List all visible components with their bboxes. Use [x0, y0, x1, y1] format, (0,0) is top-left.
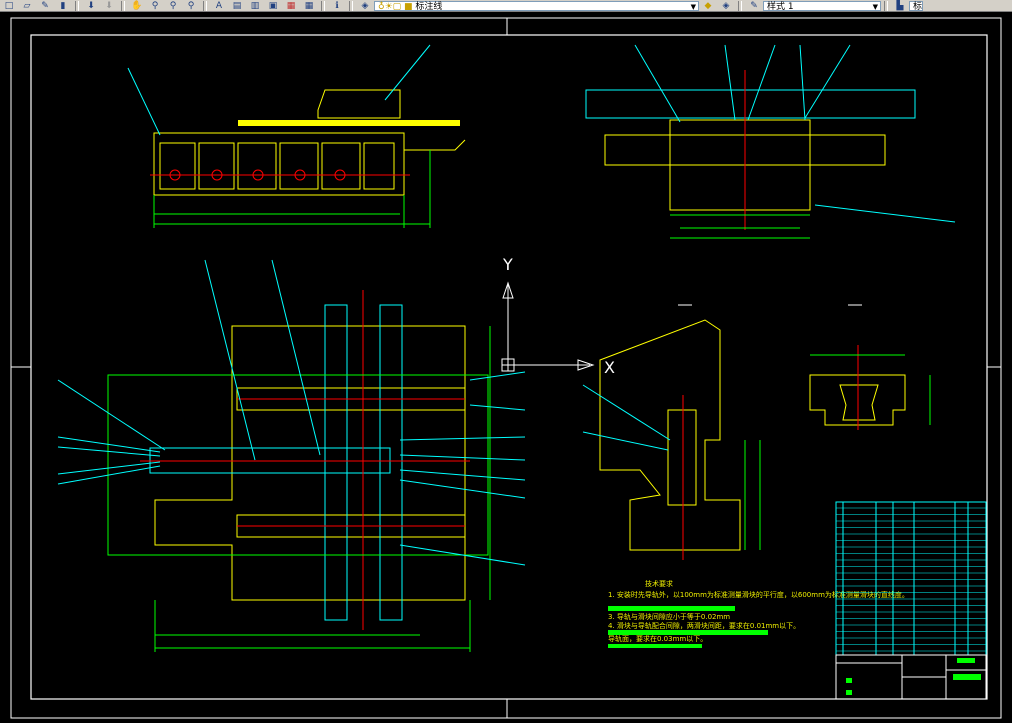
axis-x-label: X: [604, 358, 615, 377]
right-dropdown-value: 标: [913, 1, 923, 12]
match-properties-icon[interactable]: ✎: [38, 1, 52, 11]
layer-manager-icon[interactable]: ◈: [358, 1, 372, 11]
sheet-set-icon[interactable]: ▣: [266, 1, 280, 11]
layer-previous-icon[interactable]: ◈: [719, 1, 733, 11]
markup-icon[interactable]: ▦: [284, 1, 298, 11]
style-name: 样式 1: [767, 1, 794, 12]
redo-icon[interactable]: ⬇: [102, 1, 116, 11]
zoom-realtime-icon[interactable]: ⚲: [148, 1, 162, 11]
toolbar-divider: [738, 0, 742, 11]
note-4: 4. 滑块与导轨配合间隙，两滑块间距，要求在0.01mm以下。: [608, 621, 800, 630]
properties-icon[interactable]: A: [212, 1, 226, 11]
note-1: 1. 安装时先导轨外，以100mm为标准测量滑块的平行度，以600mm为标准测量…: [608, 590, 909, 599]
toolbar-divider: [203, 0, 207, 11]
plot-style-icon[interactable]: ▙: [893, 1, 907, 11]
chevron-down-icon: ▼: [690, 2, 696, 11]
undo-icon[interactable]: ⬇: [84, 1, 98, 11]
style-dropdown[interactable]: 样式 1 ▼: [763, 0, 881, 12]
drawing-canvas[interactable]: Y X 技术要求 1. 安装时先导轨外，以100mm为标准测量滑块的平行度，以6…: [0, 12, 1012, 723]
notes-title: 技术要求: [645, 579, 673, 588]
make-current-icon[interactable]: ◆: [701, 1, 715, 11]
note-5: 导轨面，要求在0.03mm以下。: [608, 634, 707, 643]
layer-state-icons: ♁☀▢ ■: [378, 1, 413, 12]
style-icon[interactable]: ✎: [747, 1, 761, 11]
pan-icon[interactable]: ✋: [130, 1, 144, 11]
chevron-down-icon: ▼: [872, 2, 878, 11]
standard-toolbar: □ ▱ ✎ ▮ ⬇ ⬇ ✋ ⚲ ⚲ ⚲ A ▤ ▥ ▣ ▦ ▦ ℹ ◈ ♁☀▢ …: [0, 0, 1012, 12]
copy-icon[interactable]: ▮: [56, 1, 70, 11]
new-icon[interactable]: □: [2, 1, 16, 11]
toolbar-divider: [321, 0, 325, 11]
toolbar-divider: [75, 0, 79, 11]
zoom-window-icon[interactable]: ⚲: [166, 1, 180, 11]
axis-y-label: Y: [502, 255, 513, 274]
zoom-previous-icon[interactable]: ⚲: [184, 1, 198, 11]
toolbar-divider: [121, 0, 125, 11]
layer-name: 标注线: [415, 1, 443, 12]
help-icon[interactable]: ℹ: [330, 1, 344, 11]
toolbar-divider: [884, 0, 888, 11]
layer-dropdown[interactable]: ♁☀▢ ■ 标注线 ▼: [374, 0, 699, 12]
calculator-icon[interactable]: ▦: [302, 1, 316, 11]
note-3: 3. 导轨与滑块间隙应小于等于0.02mm: [608, 612, 730, 621]
open-icon[interactable]: ▱: [20, 1, 34, 11]
tool-palettes-icon[interactable]: ▥: [248, 1, 262, 11]
design-center-icon[interactable]: ▤: [230, 1, 244, 11]
right-dropdown[interactable]: 标: [909, 0, 923, 12]
toolbar-divider: [349, 0, 353, 11]
